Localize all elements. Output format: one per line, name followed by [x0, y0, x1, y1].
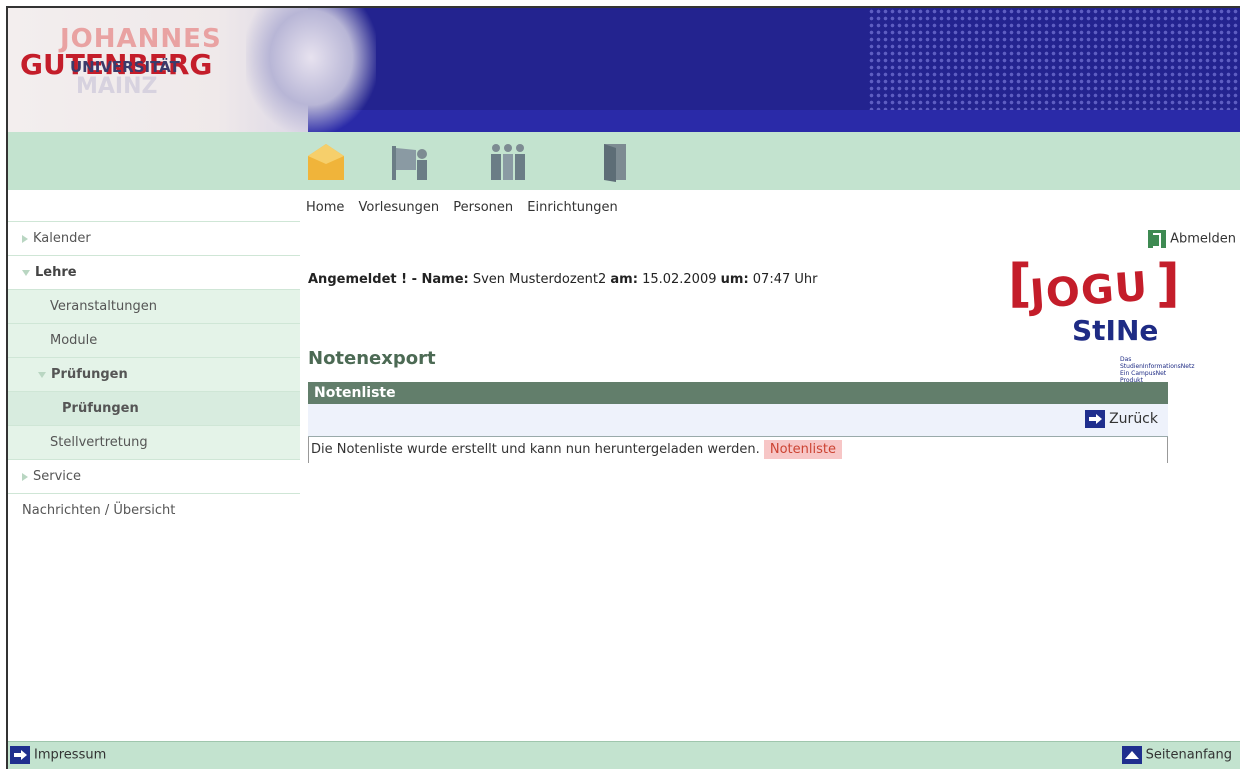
sidebar-item-label: Module — [50, 333, 98, 348]
browser-page: JOHANNES GUTENBERG UNIVERSITÄT MAINZ Hom… — [6, 6, 1240, 769]
sidebar-item-service[interactable]: Service — [8, 460, 300, 494]
back-label: Zurück — [1109, 411, 1158, 427]
login-prefix: Angemeldet ! - — [308, 272, 422, 287]
login-time-label: um: — [720, 272, 749, 287]
back-to-top-label: Seitenanfang — [1145, 747, 1232, 763]
sidebar-item-label: Service — [33, 469, 82, 484]
sidebar-item-kalender[interactable]: Kalender — [8, 222, 300, 256]
jogu-stine-logo: [ JOGU ] StINe Das StudienInformationsNe… — [1008, 254, 1194, 384]
sidebar-item-nachrichten[interactable]: Nachrichten / Übersicht — [8, 494, 300, 528]
sidebar-item-module[interactable]: Module — [8, 324, 300, 358]
site-header: JOHANNES GUTENBERG UNIVERSITÄT MAINZ — [8, 8, 1240, 132]
imprint-label: Impressum — [34, 747, 107, 763]
nav-icon-band — [8, 132, 1240, 190]
panel-title: Notenliste — [308, 382, 1168, 404]
logout-icon — [1148, 230, 1167, 248]
nav-link-personen[interactable]: Personen — [453, 200, 513, 215]
sidebar-item-lehre[interactable]: Lehre — [8, 256, 300, 290]
back-button[interactable]: Zurück — [1085, 410, 1158, 428]
sidebar-item-label: Prüfungen — [51, 367, 128, 382]
imprint-link[interactable]: Impressum — [10, 746, 106, 764]
flag-icon[interactable] — [388, 140, 432, 184]
gutenberg-statue-image — [246, 8, 376, 132]
nav-link-home[interactable]: Home — [306, 200, 344, 215]
notenliste-panel: Notenliste Zurück Die Notenliste wurde e… — [308, 382, 1168, 463]
sidebar-item-pruefungen[interactable]: Prüfungen — [8, 358, 300, 392]
download-link[interactable]: Notenliste — [763, 440, 842, 459]
panel-toolbar: Zurück — [308, 404, 1168, 437]
chevron-right-icon — [22, 234, 28, 243]
site-footer: Impressum Seitenanfang — [8, 741, 1240, 769]
bracket-left: [ — [1008, 254, 1032, 314]
dot-pattern — [868, 8, 1240, 110]
brand-text: JOGU — [1028, 263, 1150, 319]
brand-sub: StINe — [1072, 314, 1159, 347]
arrow-right-icon — [10, 746, 30, 764]
arrow-right-icon — [1085, 410, 1106, 428]
login-status: Angemeldet ! - Name: Sven Musterdozent2 … — [308, 272, 817, 287]
back-to-top-link[interactable]: Seitenanfang — [1121, 746, 1232, 764]
door-icon[interactable] — [592, 140, 636, 184]
sidebar-item-label: Nachrichten / Übersicht — [22, 503, 176, 518]
login-name: Sven Musterdozent2 — [472, 272, 607, 287]
people-icon[interactable] — [486, 140, 530, 184]
nav-link-vorlesungen[interactable]: Vorlesungen — [359, 200, 440, 215]
logo-line-4: MAINZ — [76, 74, 158, 99]
sidebar-item-veranstaltungen[interactable]: Veranstaltungen — [8, 290, 300, 324]
logout-label: Abmelden — [1170, 231, 1236, 247]
home-icon[interactable] — [304, 140, 348, 184]
sidebar-item-label: Prüfungen — [62, 401, 139, 416]
nav-link-einrichtungen[interactable]: Einrichtungen — [527, 200, 617, 215]
chevron-down-icon — [22, 269, 30, 276]
main-navigation: Home Vorlesungen Personen Einrichtungen — [306, 200, 628, 215]
page-title: Notenexport — [308, 348, 436, 369]
login-date: 15.02.2009 — [642, 272, 717, 287]
chevron-down-icon — [38, 371, 46, 378]
chevron-right-icon — [22, 472, 28, 481]
sidebar-item-stellvertretung[interactable]: Stellvertretung — [8, 426, 300, 460]
sidebar-item-label: Stellvertretung — [50, 435, 148, 450]
arrow-up-icon — [1121, 746, 1142, 764]
bracket-right: ] — [1156, 254, 1180, 314]
brand-tagline: Das StudienInformationsNetz Ein CampusNe… — [1120, 356, 1195, 384]
login-time: 07:47 Uhr — [752, 272, 818, 287]
sidebar-item-label: Veranstaltungen — [50, 299, 157, 314]
logout-link[interactable]: Abmelden — [1148, 230, 1236, 248]
sidebar-item-label: Kalender — [33, 231, 91, 246]
sidebar-item-pruefungen-active[interactable]: Prüfungen — [8, 392, 300, 426]
login-date-label: am: — [610, 272, 638, 287]
login-name-label: Name: — [421, 272, 469, 287]
sidebar-item-label: Lehre — [35, 265, 77, 280]
brand-tagline-1: Das StudienInformationsNetz — [1120, 356, 1195, 370]
sidebar: Kalender Lehre Veranstaltungen Module Pr… — [8, 222, 300, 528]
panel-message: Die Notenliste wurde erstellt und kann n… — [308, 437, 1168, 463]
message-text: Die Notenliste wurde erstellt und kann n… — [311, 442, 760, 457]
